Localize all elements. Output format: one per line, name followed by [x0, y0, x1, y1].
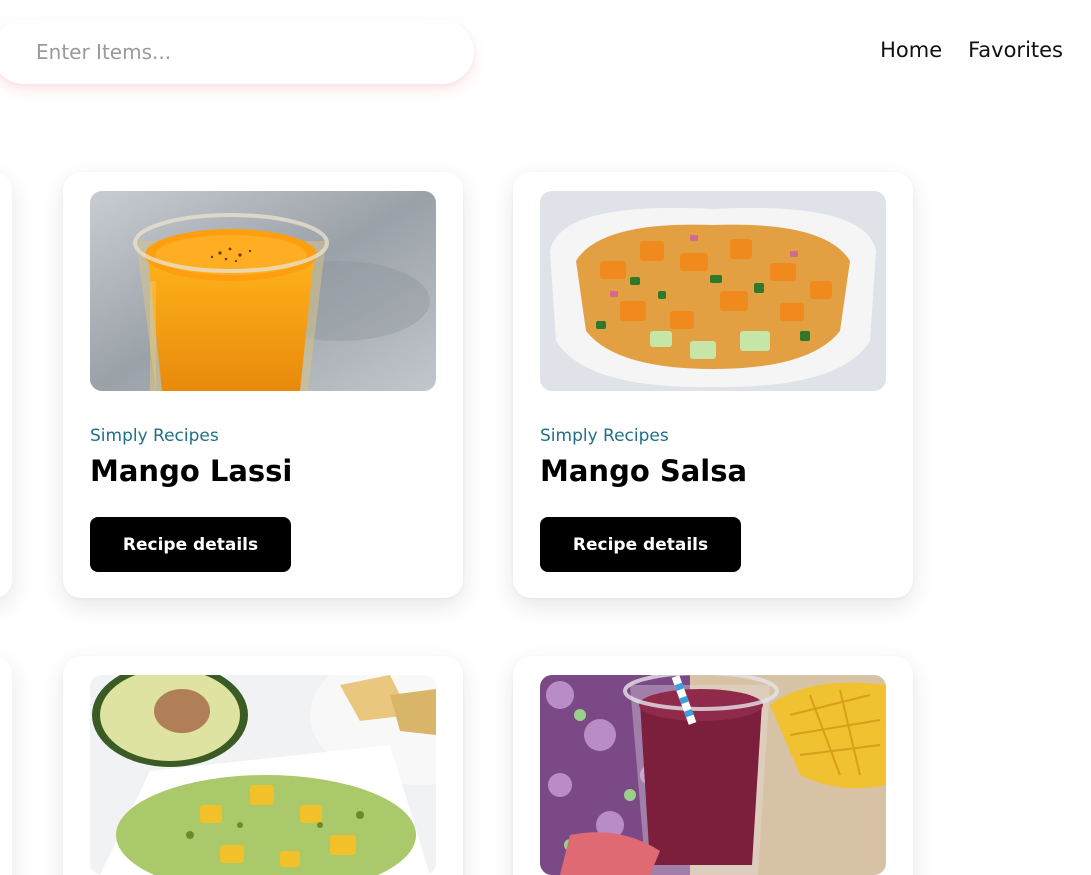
recipe-image[interactable]	[90, 191, 436, 391]
recipe-card-partial[interactable]	[0, 172, 12, 598]
mango-salsa-image	[540, 191, 886, 391]
recipe-details-button[interactable]: Recipe details	[540, 517, 741, 572]
recipe-card[interactable]	[513, 656, 913, 875]
mango-guacamole-image	[90, 675, 436, 875]
recipe-card-partial[interactable]	[0, 656, 12, 875]
recipe-image[interactable]	[540, 191, 886, 391]
recipe-title: Mango Lassi	[90, 454, 293, 488]
recipe-source: Simply Recipes	[90, 426, 219, 446]
recipe-card[interactable]: Simply Recipes Mango Salsa Recipe detail…	[513, 172, 913, 598]
nav-link-home[interactable]: Home	[880, 38, 942, 62]
recipe-image[interactable]	[90, 675, 436, 875]
recipe-image[interactable]	[540, 675, 886, 875]
recipe-title: Mango Salsa	[540, 454, 748, 488]
nav-link-favorites[interactable]: Favorites	[968, 38, 1063, 62]
recipe-source: Simply Recipes	[540, 426, 669, 446]
top-nav: Home Favorites	[880, 38, 1063, 62]
recipe-card[interactable]: Simply Recipes Mango Lassi Recipe detail…	[63, 172, 463, 598]
search-input[interactable]	[0, 20, 474, 84]
page: Home Favorites	[0, 0, 1091, 875]
recipe-card[interactable]	[63, 656, 463, 875]
mango-lassi-image	[90, 191, 436, 391]
search-bar	[0, 20, 474, 84]
berry-smoothie-image	[540, 675, 886, 875]
recipe-details-button[interactable]: Recipe details	[90, 517, 291, 572]
